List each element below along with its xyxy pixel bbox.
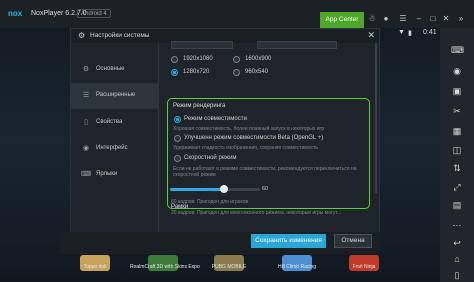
nav-item-shortcuts[interactable]: ⌨ Ярлыки [71, 162, 159, 188]
resolution-label: 1600x900 [245, 56, 272, 62]
radio-1600x900[interactable] [233, 56, 240, 63]
location-icon[interactable]: ◉ [451, 65, 463, 77]
render-mode-title: Режим рендеринга [173, 103, 226, 109]
render-mode-group: Режим рендеринга Режим совместимости Хор… [167, 98, 370, 209]
nav-item-interface[interactable]: ◉ Интерфейс [71, 136, 159, 162]
app-label: Fruit Ninja [352, 264, 376, 270]
frames-slider-fill [170, 188, 224, 191]
resolution-label: 960x540 [245, 69, 269, 75]
more-icon[interactable]: ⋯ [451, 219, 463, 231]
nav-label: Основные [96, 66, 125, 72]
frames-hint-60: 60 кадров: Пригоден для игроков [171, 199, 249, 205]
dialog-title: Настройки системы [90, 32, 150, 39]
sliders-icon: ☰ [82, 92, 90, 99]
keyboard-icon[interactable]: ⌨ [451, 44, 464, 56]
multi-instance-icon[interactable]: ▤ [451, 199, 463, 211]
render-option-hint: Удерживает гладкость изображения, сохран… [173, 145, 318, 151]
content-scrollbar[interactable] [375, 43, 377, 193]
close-icon[interactable]: ✕ [441, 14, 451, 24]
palette-icon: ◉ [82, 145, 90, 152]
resolution-label: 1280x720 [183, 69, 210, 75]
scissors-icon[interactable]: ✂ [451, 105, 463, 117]
shake-icon[interactable]: ⇅ [451, 162, 463, 174]
frames-value: 60 [262, 186, 269, 192]
wifi-icon: ▼ [398, 29, 405, 36]
nav-label: Ярлыки [96, 171, 118, 177]
resolution-label: 1920x1080 [183, 56, 213, 62]
android-version-badge: Android 4 [77, 9, 111, 18]
frames-slider[interactable] [170, 185, 260, 193]
render-option-hint: Хорошая совместимость, более плавный зап… [173, 126, 325, 132]
home-icon[interactable]: ⌂ [451, 253, 463, 265]
app-label: Toppo doll [83, 264, 107, 270]
emulator-sidebar: ⌨ ◉ ▣ ✂ ▦ ◫ ⇅ ⤢ ▤ ⋯ ↩ ⌂ ▯ [440, 28, 474, 282]
nav-item-general[interactable]: ⚙ Основные [71, 57, 159, 83]
save-changes-button[interactable]: Сохранить изменения [251, 234, 326, 248]
nav-label: Расширенные [96, 92, 136, 98]
shirt-icon[interactable]: ☃ [367, 14, 377, 24]
recent-apps-icon[interactable]: ▯ [451, 269, 463, 281]
render-option-label: Скоростной режим [184, 155, 237, 161]
app-label: Hill Climb Racing [277, 264, 317, 270]
frames-hint-20: 20 кадров: Пригоден для многооконного ре… [171, 210, 342, 216]
frames-slider-thumb[interactable] [220, 185, 228, 193]
resolution-dropdown[interactable] [171, 41, 233, 49]
app-label: PUBG MOBILE [211, 264, 247, 270]
app-center-button[interactable]: App Center [320, 12, 364, 28]
nav-item-properties[interactable]: ▯ Свойства [71, 110, 159, 136]
menu-icon[interactable]: ☰ [398, 14, 408, 24]
render-option-hint: Если не работают в режиме совместимости,… [173, 166, 357, 178]
dialog-footer [60, 232, 380, 254]
render-option-label: Режим совместимости [184, 116, 247, 122]
nox-logo: nox [8, 9, 23, 18]
user-icon[interactable]: ● [381, 14, 391, 24]
app-label: RealmCraft 3D with Skins Expo [130, 264, 200, 270]
custom-resolution-button[interactable] [257, 41, 337, 49]
nav-label: Свойства [96, 119, 123, 125]
folder-icon[interactable]: ◫ [451, 144, 463, 156]
expand-icon[interactable]: ⤢ [451, 181, 463, 193]
cancel-button[interactable]: Отмена [334, 234, 372, 248]
nav-label: Интерфейс [96, 145, 128, 151]
settings-gear-icon: ⚙ [78, 31, 86, 40]
minimize-icon[interactable]: – [414, 14, 424, 24]
radio-compatibility-mode[interactable] [174, 116, 181, 123]
battery-icon: ▮ [408, 30, 412, 37]
gear-icon: ⚙ [82, 66, 90, 73]
maximize-icon[interactable]: □ [428, 14, 438, 24]
screen-icon[interactable]: ▣ [451, 85, 463, 97]
radio-speed-mode[interactable] [174, 155, 181, 162]
emulator-titlebar: nox NoxPlayer 6.2.7.0 Android 4 App Cent… [0, 0, 474, 28]
radio-enhanced-compatibility-mode[interactable] [174, 135, 181, 142]
back-icon[interactable]: ↩ [451, 237, 463, 249]
radio-1280x720[interactable] [171, 69, 178, 76]
nav-item-advanced[interactable]: ☰ Расширенные [71, 83, 159, 109]
render-option-label: Улучшенн режим совместимости Beta (OpenG… [184, 135, 324, 141]
radio-1920x1080[interactable] [171, 56, 178, 63]
dialog-close-icon[interactable]: ✕ [367, 30, 375, 41]
status-time: 0:41 [423, 29, 437, 36]
double-arrow-icon[interactable]: » [456, 14, 466, 24]
keyboard-icon: ⌨ [81, 171, 92, 178]
phone-icon: ▯ [84, 119, 88, 126]
settings-nav: ⚙ Основные ☰ Расширенные ▯ Свойства ◉ Ин… [71, 43, 159, 234]
radio-960x540[interactable] [233, 69, 240, 76]
apk-icon[interactable]: ▦ [451, 125, 463, 137]
settings-content: 1920x1080 1600x900 1280x720 960x540 Режи… [159, 41, 379, 234]
